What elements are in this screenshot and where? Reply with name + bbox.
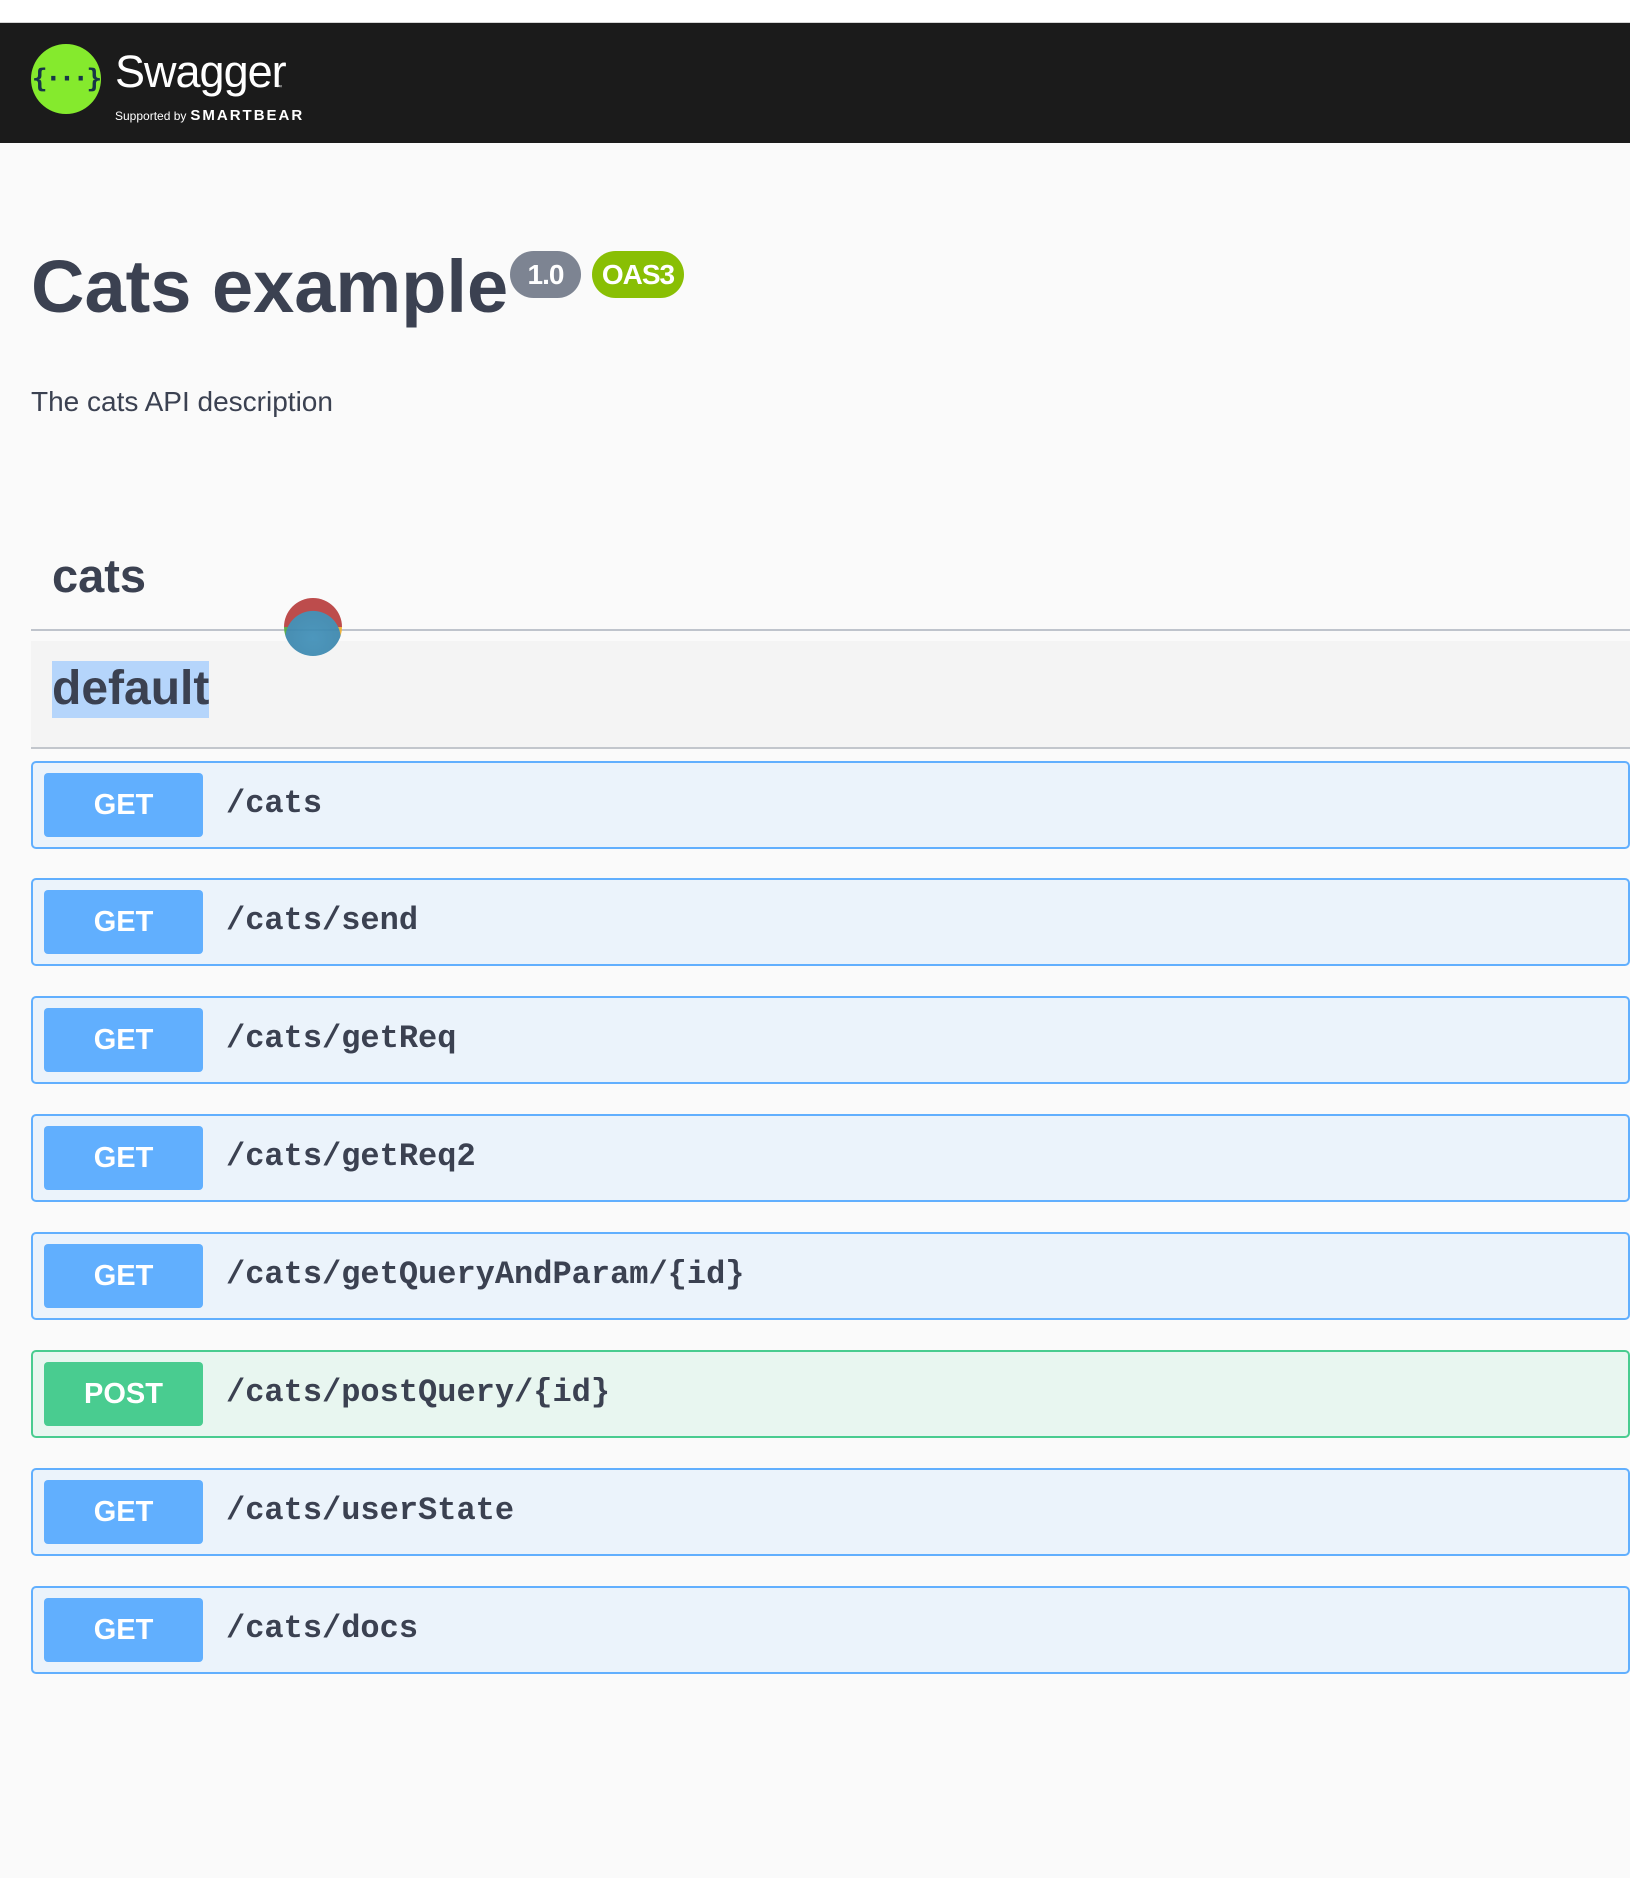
supported-by-text: Supported by <box>115 109 187 123</box>
operation-row[interactable]: GET /cats/getQueryAndParam/{id} <box>31 1232 1630 1320</box>
operation-path[interactable]: /cats <box>226 785 322 823</box>
method-badge[interactable]: GET <box>44 1126 203 1190</box>
browser-top-strip <box>0 0 1630 23</box>
method-badge[interactable]: GET <box>44 773 203 837</box>
operation-row[interactable]: GET /cats/docs <box>31 1586 1630 1674</box>
logo-trademark: ™ <box>276 85 282 91</box>
operation-path[interactable]: /cats/userState <box>226 1492 514 1530</box>
method-badge[interactable]: GET <box>44 1244 203 1308</box>
method-badge[interactable]: GET <box>44 1480 203 1544</box>
operation-row[interactable]: GET /cats/getReq2 <box>31 1114 1630 1202</box>
operation-path[interactable]: /cats/send <box>226 902 418 940</box>
operation-row[interactable]: GET /cats/getReq <box>31 996 1630 1084</box>
api-description: The cats API description <box>31 386 333 417</box>
operation-row[interactable]: GET /cats/send <box>31 878 1630 966</box>
topbar: {···} Swagger ™ Supported by SMARTBEAR <box>0 23 1630 143</box>
logo-name[interactable]: Swagger <box>115 49 287 94</box>
brand-text: SMARTBEAR <box>190 107 305 124</box>
method-badge[interactable]: GET <box>44 1008 203 1072</box>
operation-path[interactable]: /cats/getReq <box>226 1020 456 1058</box>
method-badge[interactable]: GET <box>44 890 203 954</box>
method-badge[interactable]: GET <box>44 1598 203 1662</box>
operation-row[interactable]: GET /cats <box>31 761 1630 849</box>
operation-path[interactable]: /cats/postQuery/{id} <box>226 1374 610 1412</box>
tag-name[interactable]: default <box>52 661 210 718</box>
tag-default[interactable]: default <box>31 641 1630 749</box>
oas-badge: OAS3 <box>592 251 684 298</box>
section-divider <box>31 629 1630 631</box>
operation-row-post[interactable]: POST /cats/postQuery/{id} <box>31 1350 1630 1438</box>
operation-path[interactable]: /cats/getQueryAndParam/{id} <box>226 1256 744 1294</box>
page-title: Cats example <box>31 245 509 328</box>
swagger-logo-icon[interactable]: {···} <box>31 44 102 114</box>
logo-subtitle: Supported by SMARTBEAR <box>115 108 304 124</box>
method-badge[interactable]: POST <box>44 1362 203 1426</box>
version-badge: 1.0 <box>510 251 581 298</box>
operation-path[interactable]: /cats/docs <box>226 1610 418 1648</box>
busy-cursor-icon <box>284 598 342 656</box>
operation-row[interactable]: GET /cats/userState <box>31 1468 1630 1556</box>
section-heading: cats <box>52 549 147 602</box>
operation-path[interactable]: /cats/getReq2 <box>226 1138 476 1176</box>
